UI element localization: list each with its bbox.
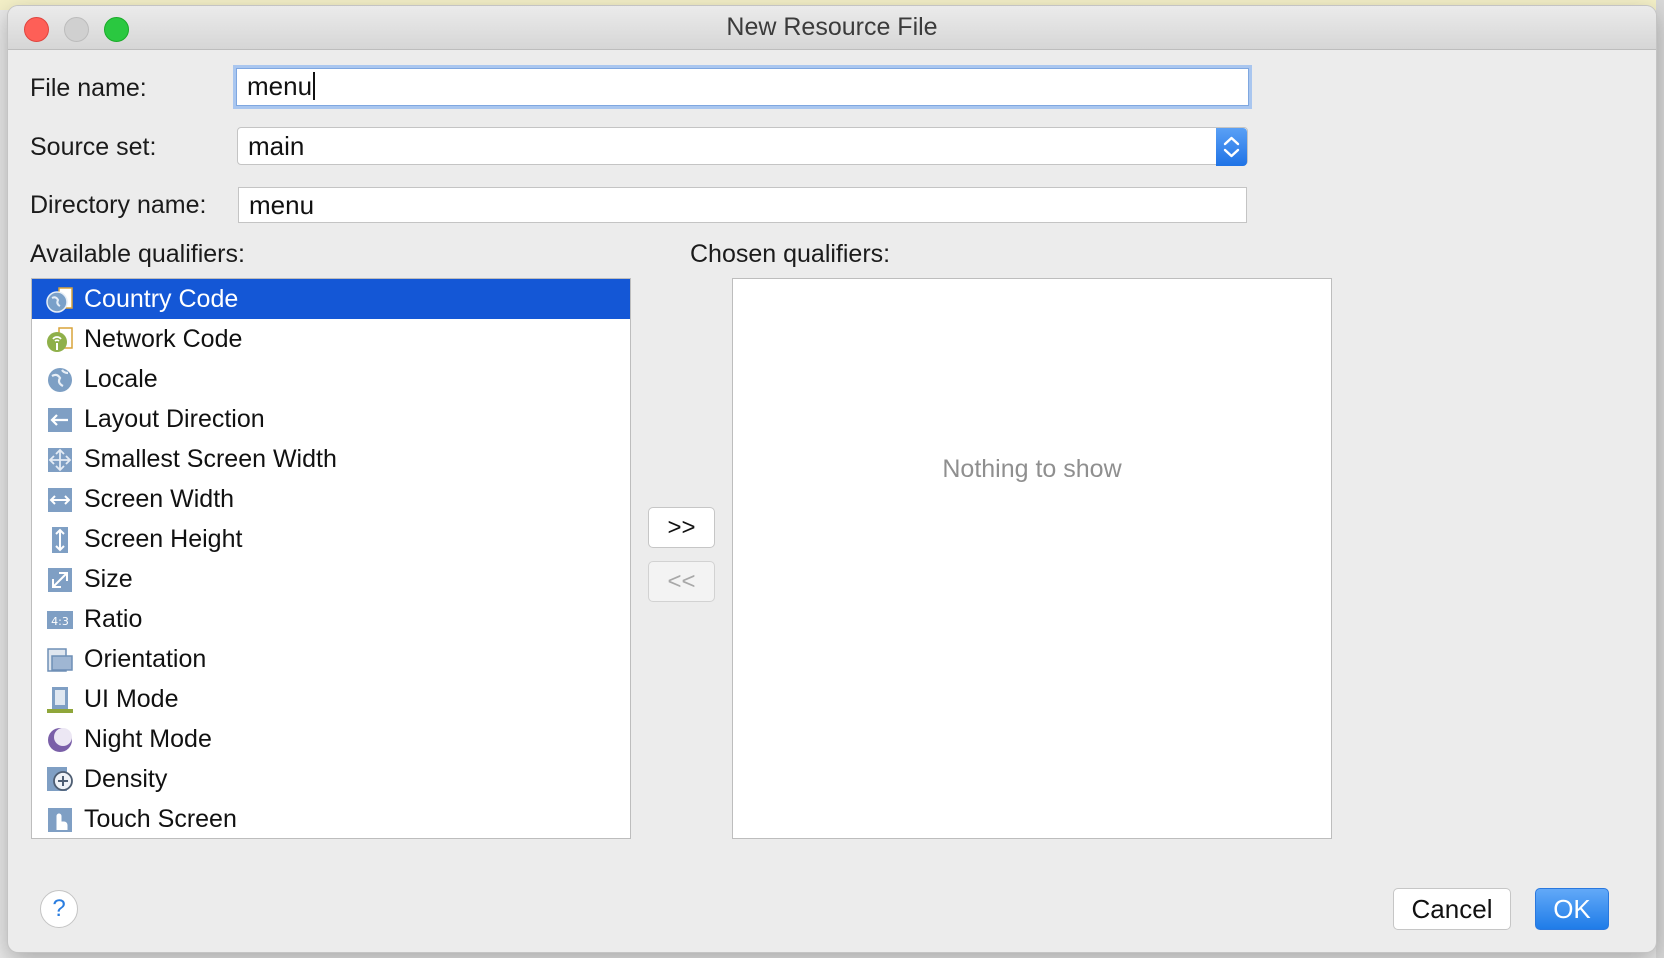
list-item-network-code[interactable]: Network Code bbox=[32, 319, 630, 359]
add-qualifier-button[interactable]: >> bbox=[648, 507, 715, 548]
source-set-value: main bbox=[248, 131, 305, 161]
list-item-label: Ratio bbox=[84, 605, 143, 633]
list-item-label: Size bbox=[84, 565, 133, 593]
list-item-label: UI Mode bbox=[84, 685, 179, 713]
list-item-ui-mode[interactable]: UI Mode bbox=[32, 679, 630, 719]
list-item-screen-height[interactable]: Screen Height bbox=[32, 519, 630, 559]
ok-button[interactable]: OK bbox=[1535, 888, 1609, 930]
ratio-icon: 4:3 bbox=[46, 606, 74, 634]
close-window-button[interactable] bbox=[24, 17, 49, 42]
list-item-label: Network Code bbox=[84, 325, 243, 353]
chosen-qualifiers-label: Chosen qualifiers: bbox=[690, 240, 891, 268]
list-item-label: Touch Screen bbox=[84, 805, 237, 833]
ui-mode-icon bbox=[46, 686, 74, 714]
list-item-size[interactable]: Size bbox=[32, 559, 630, 599]
source-set-label: Source set: bbox=[30, 133, 157, 161]
screen-width-icon bbox=[46, 486, 74, 514]
orientation-icon bbox=[46, 646, 74, 674]
source-set-select[interactable]: main bbox=[237, 127, 1248, 166]
list-item-label: Smallest Screen Width bbox=[84, 445, 337, 473]
list-item-smallest-screen-width[interactable]: Smallest Screen Width bbox=[32, 439, 630, 479]
list-item-layout-direction[interactable]: Layout Direction bbox=[32, 399, 630, 439]
list-item-night-mode[interactable]: Night Mode bbox=[32, 719, 630, 759]
new-resource-file-dialog: New Resource File File name: menu Source… bbox=[8, 6, 1656, 952]
minimize-window-button[interactable] bbox=[64, 17, 89, 42]
layout-direction-icon bbox=[46, 406, 74, 434]
directory-name-value: menu bbox=[249, 190, 315, 220]
list-item-screen-width[interactable]: Screen Width bbox=[32, 479, 630, 519]
screen-height-icon bbox=[46, 526, 74, 554]
list-item-label: Locale bbox=[84, 365, 158, 393]
svg-text:4:3: 4:3 bbox=[51, 615, 69, 628]
cancel-button[interactable]: Cancel bbox=[1393, 888, 1511, 930]
smallest-screen-width-icon bbox=[46, 446, 74, 474]
directory-name-label: Directory name: bbox=[30, 191, 207, 219]
density-icon bbox=[46, 766, 74, 794]
network-code-icon bbox=[46, 326, 74, 354]
country-code-icon bbox=[46, 286, 74, 314]
chosen-qualifiers-list[interactable]: Nothing to show bbox=[732, 278, 1332, 839]
file-name-value: menu bbox=[247, 71, 313, 101]
list-item-label: Night Mode bbox=[84, 725, 212, 753]
help-button[interactable]: ? bbox=[40, 890, 78, 928]
list-item-country-code[interactable]: Country Code bbox=[32, 279, 630, 319]
zoom-window-button[interactable] bbox=[104, 17, 129, 42]
remove-qualifier-button[interactable]: << bbox=[648, 561, 715, 602]
available-qualifiers-label: Available qualifiers: bbox=[30, 240, 245, 268]
list-item-density[interactable]: Density bbox=[32, 759, 630, 799]
list-item-touch-screen[interactable]: Touch Screen bbox=[32, 799, 630, 838]
file-name-label: File name: bbox=[30, 74, 147, 102]
list-item-label: Orientation bbox=[84, 645, 207, 673]
available-qualifiers-list[interactable]: Country Code Network Code Locale Layout … bbox=[31, 278, 631, 839]
list-item-label: Country Code bbox=[84, 285, 239, 313]
list-item-locale[interactable]: Locale bbox=[32, 359, 630, 399]
list-item-label: Layout Direction bbox=[84, 405, 265, 433]
list-item-label: Screen Height bbox=[84, 525, 243, 553]
file-name-input[interactable]: menu bbox=[236, 68, 1249, 106]
directory-name-input[interactable]: menu bbox=[238, 187, 1247, 223]
touch-screen-icon bbox=[46, 806, 74, 834]
title-bar: New Resource File bbox=[8, 6, 1656, 50]
size-icon bbox=[46, 566, 74, 594]
night-mode-icon bbox=[46, 726, 74, 754]
list-item-label: Density bbox=[84, 765, 168, 793]
list-item-ratio[interactable]: 4:3 Ratio bbox=[32, 599, 630, 639]
list-item-label: Screen Width bbox=[84, 485, 235, 513]
window-title: New Resource File bbox=[726, 13, 938, 41]
empty-list-message: Nothing to show bbox=[942, 455, 1122, 483]
list-item-orientation[interactable]: Orientation bbox=[32, 639, 630, 679]
select-stepper-icon[interactable] bbox=[1216, 128, 1247, 166]
text-caret bbox=[313, 72, 316, 101]
background-window-edge bbox=[1656, 0, 1664, 958]
globe-icon bbox=[46, 366, 74, 394]
